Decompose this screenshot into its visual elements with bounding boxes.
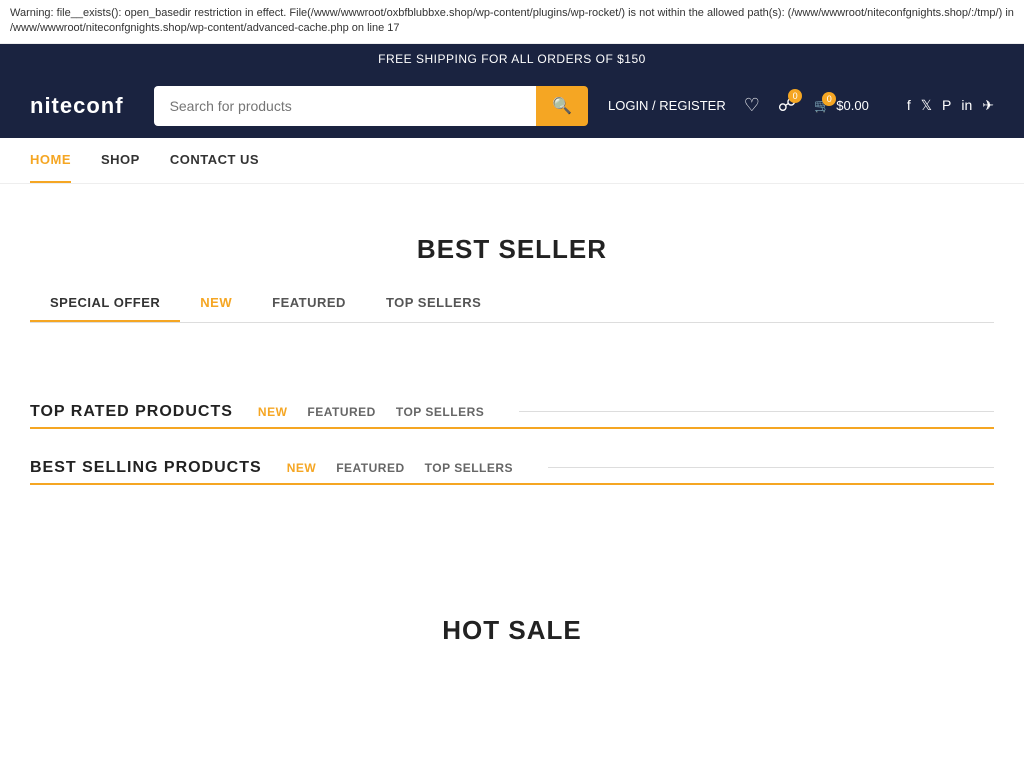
site-logo[interactable]: niteconf [30, 93, 124, 119]
hot-sale-title: HOT SALE [30, 615, 994, 646]
compare-badge: 0 [788, 89, 802, 103]
search-icon: 🔍 [552, 98, 572, 115]
warning-bar: Warning: file__exists(): open_basedir re… [0, 0, 1024, 44]
top-rated-section: TOP RATED PRODUCTS NEW FEATURED TOP SELL… [30, 403, 994, 429]
site-header: niteconf 🔍 LOGIN / REGISTER ♡ ☍ 0 🛒 0 $0… [0, 74, 1024, 138]
search-bar: 🔍 [154, 86, 588, 126]
top-rated-tab-featured[interactable]: FEATURED [302, 405, 380, 419]
best-selling-tab-featured[interactable]: FEATURED [331, 461, 409, 475]
cart-icon: 🛒 0 [814, 98, 830, 114]
tab-new[interactable]: NEW [180, 285, 252, 322]
best-selling-tab-new[interactable]: NEW [282, 461, 322, 475]
cart-button[interactable]: 🛒 0 $0.00 [814, 98, 869, 114]
top-rated-label: TOP RATED PRODUCTS [30, 403, 233, 421]
best-selling-divider [548, 467, 994, 468]
top-rated-divider [519, 411, 994, 412]
pinterest-icon[interactable]: P [942, 97, 951, 114]
social-icons: f 𝕏 P in ✈ [907, 97, 994, 114]
search-button[interactable]: 🔍 [536, 86, 588, 126]
shipping-bar: FREE SHIPPING FOR ALL ORDERS OF $150 [0, 44, 1024, 74]
best-selling-tabs: NEW FEATURED TOP SELLERS [282, 461, 518, 475]
tab-top-sellers[interactable]: TOP SELLERS [366, 285, 501, 322]
main-nav: HOME SHOP CONTACT US [0, 138, 1024, 184]
best-selling-header: BEST SELLING PRODUCTS NEW FEATURED TOP S… [30, 459, 994, 477]
twitter-icon[interactable]: 𝕏 [921, 97, 932, 114]
best-selling-section: BEST SELLING PRODUCTS NEW FEATURED TOP S… [30, 459, 994, 485]
top-rated-tab-top-sellers[interactable]: TOP SELLERS [391, 405, 489, 419]
best-selling-label: BEST SELLING PRODUCTS [30, 459, 262, 477]
tab-featured[interactable]: FEATURED [252, 285, 366, 322]
heart-icon: ♡ [744, 95, 760, 115]
shipping-text: FREE SHIPPING FOR ALL ORDERS OF $150 [378, 52, 646, 66]
best-selling-underline [30, 483, 994, 485]
best-seller-content [30, 333, 994, 373]
best-seller-tabs: SPECIAL OFFER NEW FEATURED TOP SELLERS [30, 285, 994, 323]
nav-shop[interactable]: SHOP [101, 138, 140, 183]
linkedin-icon[interactable]: in [961, 97, 972, 114]
tab-special-offer[interactable]: SPECIAL OFFER [30, 285, 180, 322]
warning-text: Warning: file__exists(): open_basedir re… [10, 7, 1014, 34]
top-rated-header: TOP RATED PRODUCTS NEW FEATURED TOP SELL… [30, 403, 994, 421]
compare-button[interactable]: ☍ 0 [778, 95, 796, 116]
best-selling-content [30, 515, 994, 575]
wishlist-button[interactable]: ♡ [744, 95, 760, 116]
top-rated-tab-new[interactable]: NEW [253, 405, 293, 419]
facebook-icon[interactable]: f [907, 97, 911, 114]
cart-amount: $0.00 [836, 98, 869, 113]
nav-contact[interactable]: CONTACT US [170, 138, 259, 183]
main-content: BEST SELLER SPECIAL OFFER NEW FEATURED T… [0, 184, 1024, 686]
cart-badge: 0 [822, 92, 836, 106]
header-actions: LOGIN / REGISTER ♡ ☍ 0 🛒 0 $0.00 f 𝕏 P i… [608, 95, 994, 116]
nav-home[interactable]: HOME [30, 138, 71, 183]
best-seller-title: BEST SELLER [30, 234, 994, 265]
top-rated-underline [30, 427, 994, 429]
login-register-link[interactable]: LOGIN / REGISTER [608, 98, 726, 113]
search-input[interactable] [154, 86, 537, 126]
telegram-icon[interactable]: ✈ [982, 97, 994, 114]
top-rated-tabs: NEW FEATURED TOP SELLERS [253, 405, 489, 419]
best-selling-tab-top-sellers[interactable]: TOP SELLERS [420, 461, 518, 475]
